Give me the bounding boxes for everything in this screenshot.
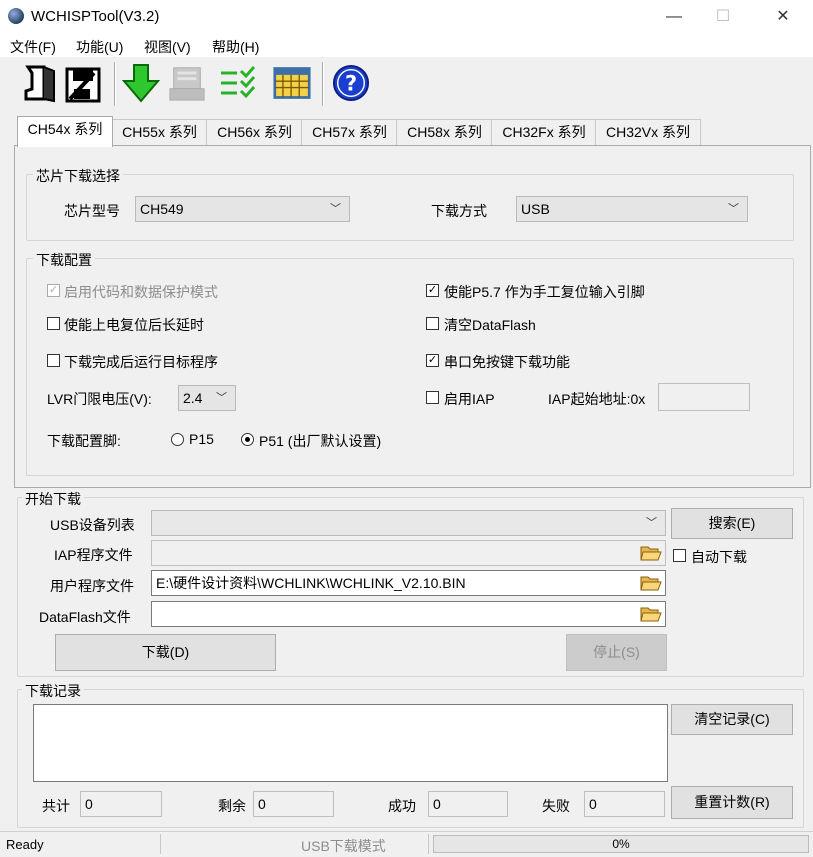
pin-label: 下载配置脚: [47, 433, 121, 449]
fail-label: 失败 [542, 798, 570, 814]
status-mode: USB下载模式 [301, 838, 386, 854]
chip-model-select[interactable]: CH549 ﹀ [135, 196, 350, 222]
usb-device-select[interactable]: ﹀ [151, 510, 666, 536]
menu-file[interactable]: 文件(F) [10, 37, 56, 57]
code-protect-checkbox: ✓ [47, 284, 60, 297]
download-mode-label: 下载方式 [431, 203, 487, 219]
group-label: 下载配置 [33, 250, 95, 270]
clear-dataflash-label: 清空DataFlash [444, 317, 536, 333]
chevron-down-icon: ﹀ [330, 203, 341, 215]
calendar-grid-icon[interactable] [273, 63, 311, 103]
app-icon [8, 8, 24, 24]
clear-log-button[interactable]: 清空记录(C) [671, 704, 793, 735]
tab-ch32vx[interactable]: CH32Vx 系列 [595, 119, 701, 145]
window-title: WCHISPTool(V3.2) [31, 8, 160, 25]
remain-count: 0 [253, 791, 334, 817]
lvr-select[interactable]: 2.4 ﹀ [178, 385, 236, 411]
iap-file-input[interactable] [151, 540, 666, 566]
clear-dataflash-checkbox[interactable] [426, 317, 439, 330]
total-count: 0 [80, 791, 162, 817]
tab-ch54x[interactable]: CH54x 系列 [17, 116, 113, 147]
enable-iap-label: 启用IAP [444, 391, 495, 407]
svg-text:?: ? [345, 72, 357, 96]
download-button[interactable]: 下载(D) [55, 634, 276, 671]
checklist-icon[interactable] [219, 63, 257, 103]
group-label: 芯片下载选择 [33, 166, 123, 186]
p57-reset-checkbox[interactable]: ✓ [426, 284, 439, 297]
iap-file-label: IAP程序文件 [54, 547, 133, 563]
chevron-down-icon: ﹀ [646, 517, 657, 529]
dataflash-file-label: DataFlash文件 [39, 609, 131, 625]
p51-radio[interactable] [241, 433, 254, 446]
code-protect-label: 启用代码和数据保护模式 [64, 284, 218, 300]
p15-label: P15 [189, 431, 214, 447]
lvr-label: LVR门限电压(V): [47, 391, 152, 407]
chevron-down-icon: ﹀ [728, 203, 739, 215]
progress-text: 0% [612, 837, 630, 851]
group-label: 开始下载 [22, 489, 84, 509]
tab-ch57x[interactable]: CH57x 系列 [301, 119, 398, 145]
minimize-button[interactable]: — [651, 0, 697, 33]
auto-download-label: 自动下载 [691, 549, 747, 565]
enable-iap-checkbox[interactable] [426, 391, 439, 404]
folder-open-icon[interactable] [640, 543, 662, 563]
p15-radio[interactable] [171, 433, 184, 446]
status-divider [160, 834, 161, 854]
menu-function[interactable]: 功能(U) [76, 37, 123, 57]
auto-download-checkbox[interactable] [673, 549, 686, 562]
open-icon[interactable] [21, 63, 59, 103]
remain-label: 剩余 [218, 798, 246, 814]
tab-ch58x[interactable]: CH58x 系列 [396, 119, 493, 145]
user-file-input[interactable]: E:\硬件设计资料\WCHLINK\WCHLINK_V2.10.BIN [151, 570, 666, 596]
search-button[interactable]: 搜索(E) [671, 508, 793, 539]
chip-model-value: CH549 [140, 201, 184, 217]
download-log-textarea[interactable] [33, 704, 668, 782]
serial-no-key-checkbox[interactable]: ✓ [426, 354, 439, 367]
lvr-value: 2.4 [183, 390, 203, 406]
p57-reset-label: 使能P5.7 作为手工复位输入引脚 [444, 284, 645, 300]
toolbar-separator [322, 62, 324, 106]
chip-model-label: 芯片型号 [64, 203, 120, 219]
status-divider [428, 834, 429, 854]
serial-no-key-label: 串口免按键下载功能 [444, 354, 570, 370]
run-after-download-label: 下载完成后运行目标程序 [64, 354, 218, 370]
total-label: 共计 [42, 798, 70, 814]
dataflash-file-input[interactable] [151, 601, 666, 627]
p51-label: P51 (出厂默认设置) [259, 433, 382, 449]
power-on-delay-checkbox[interactable] [47, 317, 60, 330]
maximize-button[interactable]: ☐ [700, 0, 746, 33]
folder-open-icon[interactable] [640, 604, 662, 624]
chip-icon [168, 63, 206, 103]
iap-addr-label: IAP起始地址:0x [548, 391, 646, 407]
iap-addr-input[interactable] [658, 383, 750, 411]
download-mode-select[interactable]: USB ﹀ [516, 196, 748, 222]
stop-button[interactable]: 停止(S) [566, 634, 667, 671]
run-after-download-checkbox[interactable] [47, 354, 60, 367]
download-arrow-icon[interactable] [122, 63, 160, 103]
help-icon[interactable]: ? [332, 63, 370, 103]
group-label: 下载记录 [22, 681, 84, 701]
toolbar-separator [114, 62, 116, 106]
tab-ch32fx[interactable]: CH32Fx 系列 [491, 119, 597, 145]
reset-count-button[interactable]: 重置计数(R) [671, 786, 793, 819]
menu-help[interactable]: 帮助(H) [212, 37, 259, 57]
close-button[interactable]: ✕ [760, 0, 806, 33]
tab-ch55x[interactable]: CH55x 系列 [111, 119, 208, 145]
power-on-delay-label: 使能上电复位后长延时 [64, 317, 204, 333]
usb-list-label: USB设备列表 [50, 517, 135, 533]
download-mode-value: USB [521, 201, 550, 217]
success-count: 0 [428, 791, 508, 817]
chevron-down-icon: ﹀ [216, 392, 227, 404]
progress-bar: 0% [433, 835, 809, 853]
save-icon[interactable] [64, 63, 102, 103]
fail-count: 0 [584, 791, 665, 817]
success-label: 成功 [388, 798, 416, 814]
status-ready: Ready [6, 837, 44, 852]
tab-ch56x[interactable]: CH56x 系列 [206, 119, 303, 145]
user-file-label: 用户程序文件 [50, 578, 134, 594]
folder-open-icon[interactable] [640, 573, 662, 593]
menu-view[interactable]: 视图(V) [144, 37, 191, 57]
